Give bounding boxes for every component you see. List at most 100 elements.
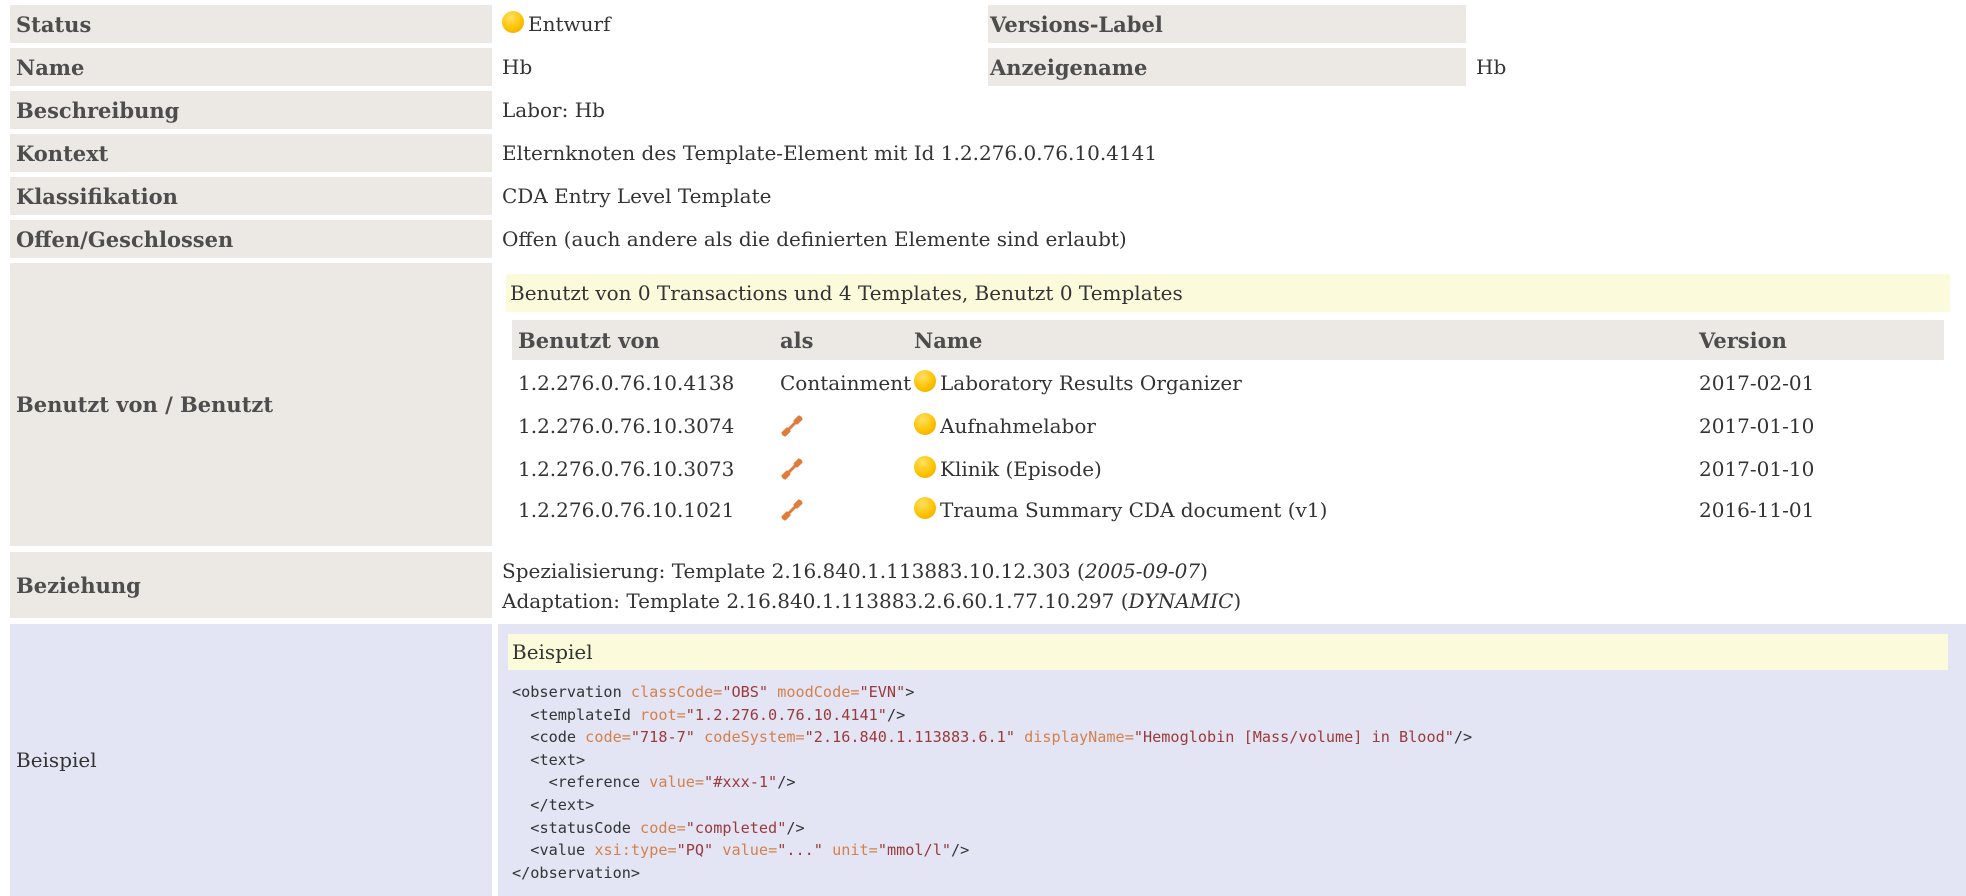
usage-summary: Benutzt von 0 Transactions und 4 Templat… xyxy=(506,274,1950,312)
code-attr: code= xyxy=(585,728,631,747)
usage-row-3-id[interactable]: 1.2.276.0.76.10.3073 xyxy=(518,452,734,486)
code-tag: </text> xyxy=(530,795,595,814)
code-value: "Hemoglobin [Mass/volume] in Blood" xyxy=(1133,728,1454,747)
status-draft-icon xyxy=(502,11,524,33)
code-tag: /> xyxy=(1453,728,1473,747)
code-tag: <observation xyxy=(512,683,622,701)
status-value: Entwurf xyxy=(502,5,610,43)
code-attr: root= xyxy=(640,705,686,724)
status-draft-icon xyxy=(914,370,936,392)
col-header-used-by: Benutzt von xyxy=(518,327,660,353)
code-attr: displayName= xyxy=(1024,728,1134,747)
code-attr: moodCode= xyxy=(777,683,860,701)
context-value: Elternknoten des Template-Element mit Id… xyxy=(502,141,1158,165)
status-draft-icon xyxy=(914,497,936,519)
code-attr: unit= xyxy=(832,841,878,860)
code-value: "718-7" xyxy=(630,728,695,747)
usage-row-1-name-text: Laboratory Results Organizer xyxy=(940,371,1242,395)
code-attr: classCode= xyxy=(630,683,723,701)
code-tag: </observation> xyxy=(512,863,641,882)
relationship-specialization: Spezialisierung: Template 2.16.840.1.113… xyxy=(502,556,1241,586)
specialization-close: ) xyxy=(1200,559,1208,583)
code-value: "EVN" xyxy=(859,683,906,701)
code-tag: /> xyxy=(777,773,796,792)
code-tag: /> xyxy=(886,705,906,724)
used-by-label: Benutzt von / Benutzt xyxy=(10,263,492,546)
col-header-name: Name xyxy=(914,327,983,353)
usage-row-4-name[interactable]: Trauma Summary CDA document (v1) xyxy=(914,493,1327,527)
code-tag: <reference xyxy=(548,773,641,792)
usage-row-1-name[interactable]: Laboratory Results Organizer xyxy=(914,366,1242,400)
status-text: Entwurf xyxy=(528,12,611,36)
code-tag: /> xyxy=(786,818,805,837)
example-code: <observation classCode="OBS" moodCode="E… xyxy=(512,681,1472,884)
name-value: Hb xyxy=(502,55,533,79)
usage-row-1-id[interactable]: 1.2.276.0.76.10.4138 xyxy=(518,366,734,400)
code-attr: value= xyxy=(649,773,705,792)
usage-row-1-as: Containment xyxy=(780,371,912,395)
status-draft-icon xyxy=(914,456,936,478)
relationship-label: Beziehung xyxy=(10,552,492,618)
usage-row-2-id[interactable]: 1.2.276.0.76.10.3074 xyxy=(518,409,734,443)
example-label: Beispiel xyxy=(10,624,492,896)
col-header-as: als xyxy=(780,327,814,353)
code-value: "mmol/l" xyxy=(877,841,951,860)
usage-row-2-name-text: Aufnahmelabor xyxy=(940,414,1096,438)
code-value: "1.2.276.0.76.10.4141" xyxy=(685,705,887,724)
code-tag: <code xyxy=(530,728,577,747)
code-value: "PQ" xyxy=(676,841,714,860)
template-detail-page: Status Entwurf Versions-Label Name Hb An… xyxy=(0,0,1966,896)
code-attr: codeSystem= xyxy=(704,728,805,747)
example-panel: Beispiel <observation classCode="OBS" mo… xyxy=(498,624,1966,896)
usage-row-2-name[interactable]: Aufnahmelabor xyxy=(914,409,1096,443)
usage-row-4-version: 2016-11-01 xyxy=(1699,498,1815,522)
usage-row-4-as xyxy=(780,493,804,527)
usage-row-4-id[interactable]: 1.2.276.0.76.10.1021 xyxy=(518,493,734,527)
relationship-value: Spezialisierung: Template 2.16.840.1.113… xyxy=(502,556,1241,616)
versions-label-label: Versions-Label xyxy=(988,5,1466,43)
classification-label: Klassifikation xyxy=(10,177,492,215)
adaptation-text: Adaptation: Template 2.16.840.1.113883.2… xyxy=(502,589,1129,613)
code-value: "#xxx-1" xyxy=(704,773,778,792)
code-value: "OBS" xyxy=(722,683,769,701)
display-name-label: Anzeigename xyxy=(988,48,1466,86)
code-attr: value= xyxy=(722,841,778,860)
adaptation-close: ) xyxy=(1233,589,1242,613)
code-tag: <value xyxy=(530,841,586,860)
name-label: Name xyxy=(10,48,492,86)
usage-row-1-version: 2017-02-01 xyxy=(1699,371,1815,395)
code-value: "..." xyxy=(777,841,823,860)
chain-link-icon xyxy=(781,458,803,480)
code-value: "completed" xyxy=(685,818,787,837)
usage-row-4-name-text: Trauma Summary CDA document (v1) xyxy=(940,498,1328,522)
usage-row-3-name[interactable]: Klinik (Episode) xyxy=(914,452,1102,486)
col-header-version: Version xyxy=(1699,327,1787,353)
code-attr: code= xyxy=(640,818,686,837)
code-attr: xsi:type= xyxy=(594,841,677,860)
code-tag: <statusCode xyxy=(530,818,631,837)
chain-link-icon xyxy=(781,499,803,521)
description-label: Beschreibung xyxy=(10,91,492,129)
chain-link-icon xyxy=(781,415,803,437)
code-value: "2.16.840.1.113883.6.1" xyxy=(804,728,1015,747)
example-header: Beispiel xyxy=(508,634,1948,670)
context-label: Kontext xyxy=(10,134,492,172)
display-name-value: Hb xyxy=(1476,55,1507,79)
description-value: Labor: Hb xyxy=(502,98,605,122)
open-closed-value: Offen (auch andere als die definierten E… xyxy=(502,227,1127,251)
classification-value: CDA Entry Level Template xyxy=(502,184,772,208)
code-tag: /> xyxy=(950,841,970,860)
open-closed-label: Offen/Geschlossen xyxy=(10,220,492,258)
code-tag: <text> xyxy=(530,750,586,769)
specialization-text: Spezialisierung: Template 2.16.840.1.113… xyxy=(502,559,1085,583)
usage-row-3-as xyxy=(780,452,804,486)
relationship-adaptation: Adaptation: Template 2.16.840.1.113883.2… xyxy=(502,586,1241,616)
status-draft-icon xyxy=(914,413,936,435)
code-tag: <templateId xyxy=(530,705,631,724)
status-label: Status xyxy=(10,5,492,43)
usage-row-3-version: 2017-01-10 xyxy=(1699,457,1815,481)
code-tag: > xyxy=(905,683,915,701)
usage-row-3-name-text: Klinik (Episode) xyxy=(940,457,1102,481)
usage-row-2-version: 2017-01-10 xyxy=(1699,414,1815,438)
adaptation-date: DYNAMIC xyxy=(1128,589,1234,613)
